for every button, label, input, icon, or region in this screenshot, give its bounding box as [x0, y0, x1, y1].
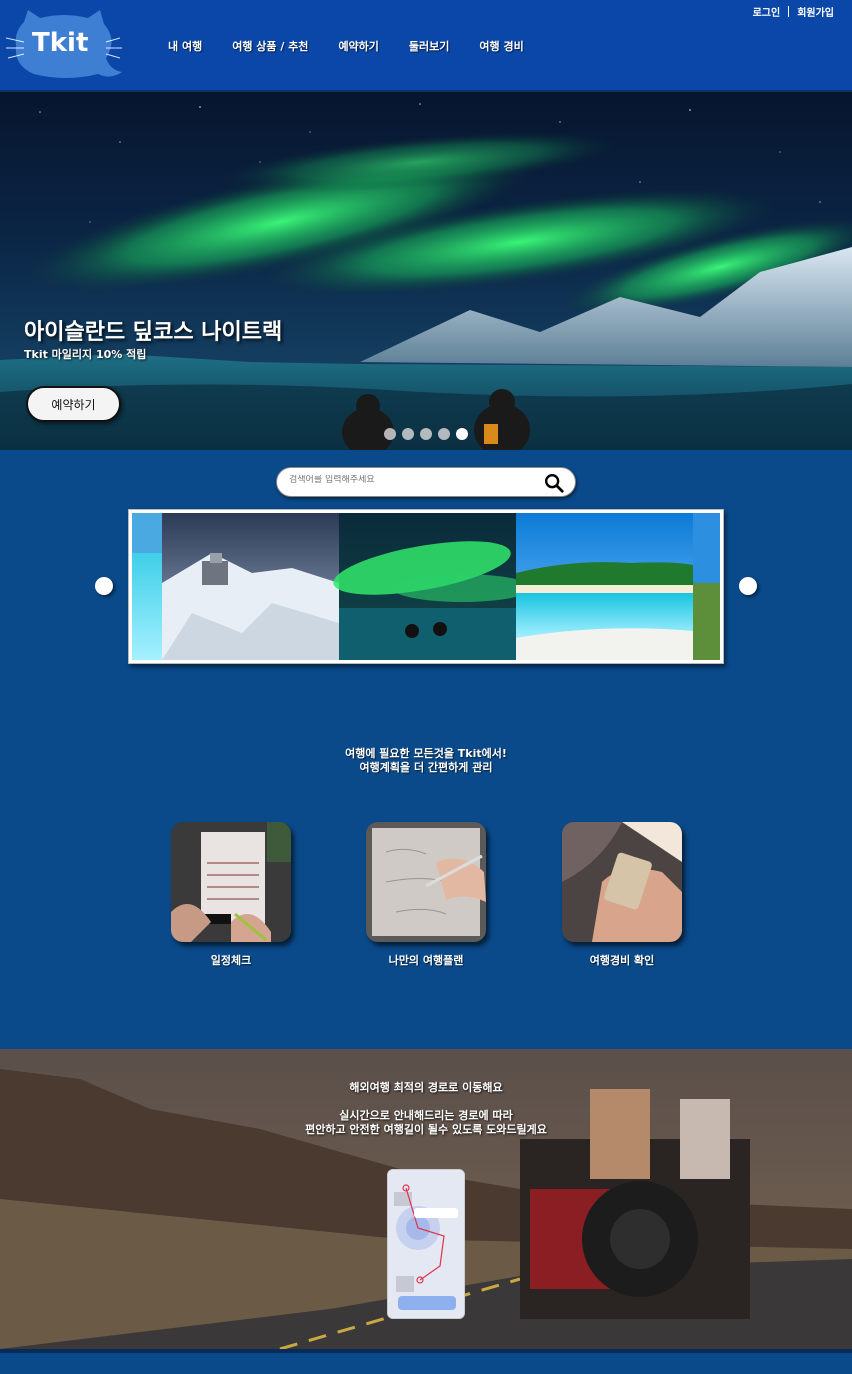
search-bar: [276, 467, 576, 497]
route-title: 해외여행 최적의 경로로 이동해요: [349, 1081, 503, 1094]
footer-divider: [0, 1349, 852, 1353]
hero-banner: 아이슬란드 딮코스 나이트랙 Tkit 마일리지 10% 적립 예약하기: [0, 90, 852, 450]
main-nav: 내 여행 여행 상품 / 추천 예약하기 둘러보기 여행 경비: [168, 38, 524, 54]
nav-my-trip[interactable]: 내 여행: [168, 38, 202, 54]
carousel-prev-button[interactable]: [95, 577, 113, 595]
slide-dot[interactable]: [402, 428, 414, 440]
feature-my-plan[interactable]: 나만의 여행플랜: [366, 822, 486, 968]
search-input[interactable]: [289, 475, 529, 485]
slide-dot-active[interactable]: [456, 428, 468, 440]
carousel-image-beach[interactable]: [516, 513, 693, 660]
carousel-image-alps[interactable]: [162, 513, 339, 660]
nav-expenses[interactable]: 여행 경비: [479, 38, 523, 54]
feature-expense-check[interactable]: 여행경비 확인: [562, 822, 682, 968]
auth-divider: [788, 6, 790, 17]
nav-products[interactable]: 여행 상품 / 추천: [232, 38, 308, 54]
feature-label: 여행경비 확인: [589, 954, 655, 967]
phone-photo-icon: [562, 822, 682, 942]
nav-explore[interactable]: 둘러보기: [409, 38, 449, 54]
slide-indicators: [384, 428, 468, 440]
feature-label: 나만의 여행플랜: [388, 954, 464, 967]
route-desc-line2: 편안하고 안전한 여행길이 될수 있도록 도와드릴게요: [305, 1123, 547, 1136]
hero-subtitle: Tkit 마일리지 10% 적립: [24, 348, 147, 361]
login-link[interactable]: 로그인: [753, 4, 781, 19]
writing-photo-icon: [366, 822, 486, 942]
carousel-image-sea-partial[interactable]: [132, 513, 162, 660]
aurora-scene-image: [0, 103, 852, 450]
features-headline-line2: 여행계획을 더 간편하게 관리: [359, 761, 493, 774]
route-section: 해외여행 최적의 경로로 이동해요 실시간으로 안내해드리는 경로에 따라 편안…: [0, 1049, 852, 1349]
site-header: Tkit 내 여행 여행 상품 / 추천 예약하기 둘러보기 여행 경비 로그인…: [0, 0, 852, 90]
carousel-image-aurora[interactable]: [330, 513, 532, 660]
search-icon[interactable]: [543, 472, 565, 494]
slide-dot[interactable]: [384, 428, 396, 440]
features-headline-line1: 여행에 필요한 모든것을 Tkit에서!: [345, 747, 507, 760]
signup-link[interactable]: 회원가입: [797, 4, 834, 19]
map-phone-mockup: [387, 1169, 465, 1319]
logo-text: Tkit: [32, 28, 89, 58]
nav-booking[interactable]: 예약하기: [338, 38, 378, 54]
feature-schedule-check[interactable]: 일정체크: [171, 822, 291, 968]
feature-label: 일정체크: [210, 954, 252, 967]
route-description: 실시간으로 안내해드리는 경로에 따라 편안하고 안전한 여행길이 될수 있도록…: [0, 1109, 852, 1137]
features-headline: 여행에 필요한 모든것을 Tkit에서! 여행계획을 더 간편하게 관리: [0, 747, 852, 775]
carousel-next-button[interactable]: [739, 577, 757, 595]
tkit-logo[interactable]: Tkit: [5, 8, 124, 80]
auth-links: 로그인 회원가입: [753, 4, 834, 19]
route-desc-line1: 실시간으로 안내해드리는 경로에 따라: [339, 1109, 513, 1122]
slide-dot[interactable]: [438, 428, 450, 440]
hero-book-button[interactable]: 예약하기: [26, 386, 121, 422]
destination-carousel: [128, 509, 724, 664]
slide-dot[interactable]: [420, 428, 432, 440]
calendar-photo-icon: [171, 822, 291, 942]
carousel-image-coast-partial[interactable]: [693, 513, 720, 660]
hero-title: 아이슬란드 딮코스 나이트랙: [24, 320, 283, 345]
